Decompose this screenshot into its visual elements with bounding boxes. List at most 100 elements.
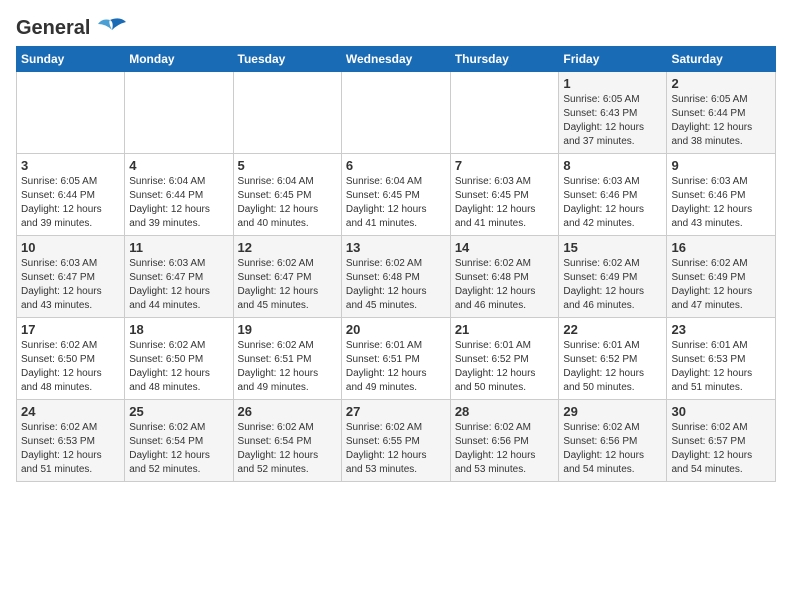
calendar-week-row: 17Sunrise: 6:02 AMSunset: 6:50 PMDayligh… [17, 318, 776, 400]
calendar-week-row: 24 Sunrise: 6:02 AMSunset: 6:53 PMDayligh… [17, 400, 776, 482]
day-number: 16 [671, 240, 771, 255]
logo-bird-icon [92, 16, 128, 40]
column-header-monday: Monday [125, 47, 233, 72]
day-number: 15 [563, 240, 662, 255]
day-info: Sunrise: 6:04 AMSunset: 6:45 PMDaylight:… [238, 175, 337, 231]
calendar-header-row: SundayMondayTuesdayWednesdayThursdayFrid… [17, 47, 776, 72]
calendar-day-cell: 15 Sunrise: 6:02 AMSunset: 6:49 PMDayligh… [559, 236, 667, 318]
day-number: 18 [129, 322, 228, 337]
day-info: Sunrise: 6:03 AMSunset: 6:46 PMDaylight:… [563, 175, 662, 231]
day-number: 1 [563, 76, 662, 91]
calendar-day-cell: 3 Sunrise: 6:05 AMSunset: 6:44 PMDaylight… [17, 154, 125, 236]
day-number: 19 [238, 322, 337, 337]
calendar-day-cell: 4 Sunrise: 6:04 AMSunset: 6:44 PMDaylight… [125, 154, 233, 236]
calendar-day-cell: 28 Sunrise: 6:02 AMSunset: 6:56 PMDayligh… [450, 400, 559, 482]
day-info: Sunrise: 6:02 AMSunset: 6:50 PMDaylight:… [21, 339, 120, 395]
calendar-day-cell: 24 Sunrise: 6:02 AMSunset: 6:53 PMDayligh… [17, 400, 125, 482]
day-number: 23 [671, 322, 771, 337]
day-info: Sunrise: 6:02 AMSunset: 6:54 PMDaylight:… [238, 421, 337, 477]
day-number: 28 [455, 404, 555, 419]
calendar-week-row: 1 Sunrise: 6:05 AMSunset: 6:43 PMDaylight… [17, 72, 776, 154]
calendar-day-cell: 5 Sunrise: 6:04 AMSunset: 6:45 PMDaylight… [233, 154, 341, 236]
calendar-day-cell: 12Sunrise: 6:02 AMSunset: 6:47 PMDayligh… [233, 236, 341, 318]
calendar-day-cell: 17Sunrise: 6:02 AMSunset: 6:50 PMDayligh… [17, 318, 125, 400]
day-info: Sunrise: 6:02 AMSunset: 6:49 PMDaylight:… [563, 257, 662, 313]
day-info: Sunrise: 6:02 AMSunset: 6:48 PMDaylight:… [346, 257, 446, 313]
calendar-week-row: 10 Sunrise: 6:03 AMSunset: 6:47 PMDayligh… [17, 236, 776, 318]
calendar-day-cell: 23 Sunrise: 6:01 AMSunset: 6:53 PMDayligh… [667, 318, 776, 400]
calendar-day-cell: 10 Sunrise: 6:03 AMSunset: 6:47 PMDayligh… [17, 236, 125, 318]
column-header-saturday: Saturday [667, 47, 776, 72]
day-number: 24 [21, 404, 120, 419]
day-info: Sunrise: 6:01 AMSunset: 6:53 PMDaylight:… [671, 339, 771, 395]
calendar-day-cell: 13 Sunrise: 6:02 AMSunset: 6:48 PMDayligh… [341, 236, 450, 318]
column-header-wednesday: Wednesday [341, 47, 450, 72]
column-header-sunday: Sunday [17, 47, 125, 72]
day-info: Sunrise: 6:04 AMSunset: 6:44 PMDaylight:… [129, 175, 228, 231]
column-header-thursday: Thursday [450, 47, 559, 72]
column-header-tuesday: Tuesday [233, 47, 341, 72]
day-number: 25 [129, 404, 228, 419]
empty-cell [125, 72, 233, 154]
day-number: 11 [129, 240, 228, 255]
empty-cell [17, 72, 125, 154]
calendar-day-cell: 20 Sunrise: 6:01 AMSunset: 6:51 PMDayligh… [341, 318, 450, 400]
day-number: 9 [671, 158, 771, 173]
calendar-day-cell: 7 Sunrise: 6:03 AMSunset: 6:45 PMDaylight… [450, 154, 559, 236]
day-number: 5 [238, 158, 337, 173]
calendar-day-cell: 18 Sunrise: 6:02 AMSunset: 6:50 PMDayligh… [125, 318, 233, 400]
column-header-friday: Friday [559, 47, 667, 72]
logo: General [16, 16, 128, 38]
day-info: Sunrise: 6:02 AMSunset: 6:49 PMDaylight:… [671, 257, 771, 313]
calendar-day-cell: 8Sunrise: 6:03 AMSunset: 6:46 PMDaylight… [559, 154, 667, 236]
day-number: 30 [671, 404, 771, 419]
day-info: Sunrise: 6:02 AMSunset: 6:51 PMDaylight:… [238, 339, 337, 395]
day-info: Sunrise: 6:02 AMSunset: 6:50 PMDaylight:… [129, 339, 228, 395]
day-info: Sunrise: 6:01 AMSunset: 6:52 PMDaylight:… [455, 339, 555, 395]
day-number: 20 [346, 322, 446, 337]
day-info: Sunrise: 6:05 AMSunset: 6:43 PMDaylight:… [563, 93, 662, 149]
calendar-day-cell: 1 Sunrise: 6:05 AMSunset: 6:43 PMDaylight… [559, 72, 667, 154]
day-number: 13 [346, 240, 446, 255]
day-info: Sunrise: 6:02 AMSunset: 6:57 PMDaylight:… [671, 421, 771, 477]
calendar-day-cell: 21 Sunrise: 6:01 AMSunset: 6:52 PMDayligh… [450, 318, 559, 400]
calendar-day-cell: 19 Sunrise: 6:02 AMSunset: 6:51 PMDayligh… [233, 318, 341, 400]
calendar-day-cell: 6Sunrise: 6:04 AMSunset: 6:45 PMDaylight… [341, 154, 450, 236]
day-number: 14 [455, 240, 555, 255]
day-info: Sunrise: 6:05 AMSunset: 6:44 PMDaylight:… [21, 175, 120, 231]
day-info: Sunrise: 6:03 AMSunset: 6:47 PMDaylight:… [21, 257, 120, 313]
day-info: Sunrise: 6:02 AMSunset: 6:56 PMDaylight:… [455, 421, 555, 477]
calendar-day-cell: 16 Sunrise: 6:02 AMSunset: 6:49 PMDayligh… [667, 236, 776, 318]
empty-cell [233, 72, 341, 154]
calendar-day-cell: 14 Sunrise: 6:02 AMSunset: 6:48 PMDayligh… [450, 236, 559, 318]
day-info: Sunrise: 6:03 AMSunset: 6:47 PMDaylight:… [129, 257, 228, 313]
day-number: 2 [671, 76, 771, 91]
calendar-day-cell: 29 Sunrise: 6:02 AMSunset: 6:56 PMDayligh… [559, 400, 667, 482]
day-info: Sunrise: 6:02 AMSunset: 6:48 PMDaylight:… [455, 257, 555, 313]
calendar-day-cell: 26Sunrise: 6:02 AMSunset: 6:54 PMDayligh… [233, 400, 341, 482]
calendar-day-cell: 25 Sunrise: 6:02 AMSunset: 6:54 PMDayligh… [125, 400, 233, 482]
calendar-day-cell: 2 Sunrise: 6:05 AMSunset: 6:44 PMDaylight… [667, 72, 776, 154]
day-info: Sunrise: 6:03 AMSunset: 6:46 PMDaylight:… [671, 175, 771, 231]
day-info: Sunrise: 6:05 AMSunset: 6:44 PMDaylight:… [671, 93, 771, 149]
empty-cell [341, 72, 450, 154]
calendar-day-cell: 11 Sunrise: 6:03 AMSunset: 6:47 PMDayligh… [125, 236, 233, 318]
day-number: 7 [455, 158, 555, 173]
day-number: 6 [346, 158, 446, 173]
day-info: Sunrise: 6:02 AMSunset: 6:55 PMDaylight:… [346, 421, 446, 477]
day-info: Sunrise: 6:03 AMSunset: 6:45 PMDaylight:… [455, 175, 555, 231]
day-number: 10 [21, 240, 120, 255]
day-number: 3 [21, 158, 120, 173]
day-number: 29 [563, 404, 662, 419]
day-number: 21 [455, 322, 555, 337]
day-info: Sunrise: 6:02 AMSunset: 6:54 PMDaylight:… [129, 421, 228, 477]
day-info: Sunrise: 6:02 AMSunset: 6:56 PMDaylight:… [563, 421, 662, 477]
calendar-table: SundayMondayTuesdayWednesdayThursdayFrid… [16, 46, 776, 482]
calendar-day-cell: 22Sunrise: 6:01 AMSunset: 6:52 PMDayligh… [559, 318, 667, 400]
day-number: 4 [129, 158, 228, 173]
day-info: Sunrise: 6:02 AMSunset: 6:47 PMDaylight:… [238, 257, 337, 313]
day-info: Sunrise: 6:02 AMSunset: 6:53 PMDaylight:… [21, 421, 120, 477]
day-number: 27 [346, 404, 446, 419]
page-header: General [16, 16, 776, 38]
day-info: Sunrise: 6:01 AMSunset: 6:51 PMDaylight:… [346, 339, 446, 395]
